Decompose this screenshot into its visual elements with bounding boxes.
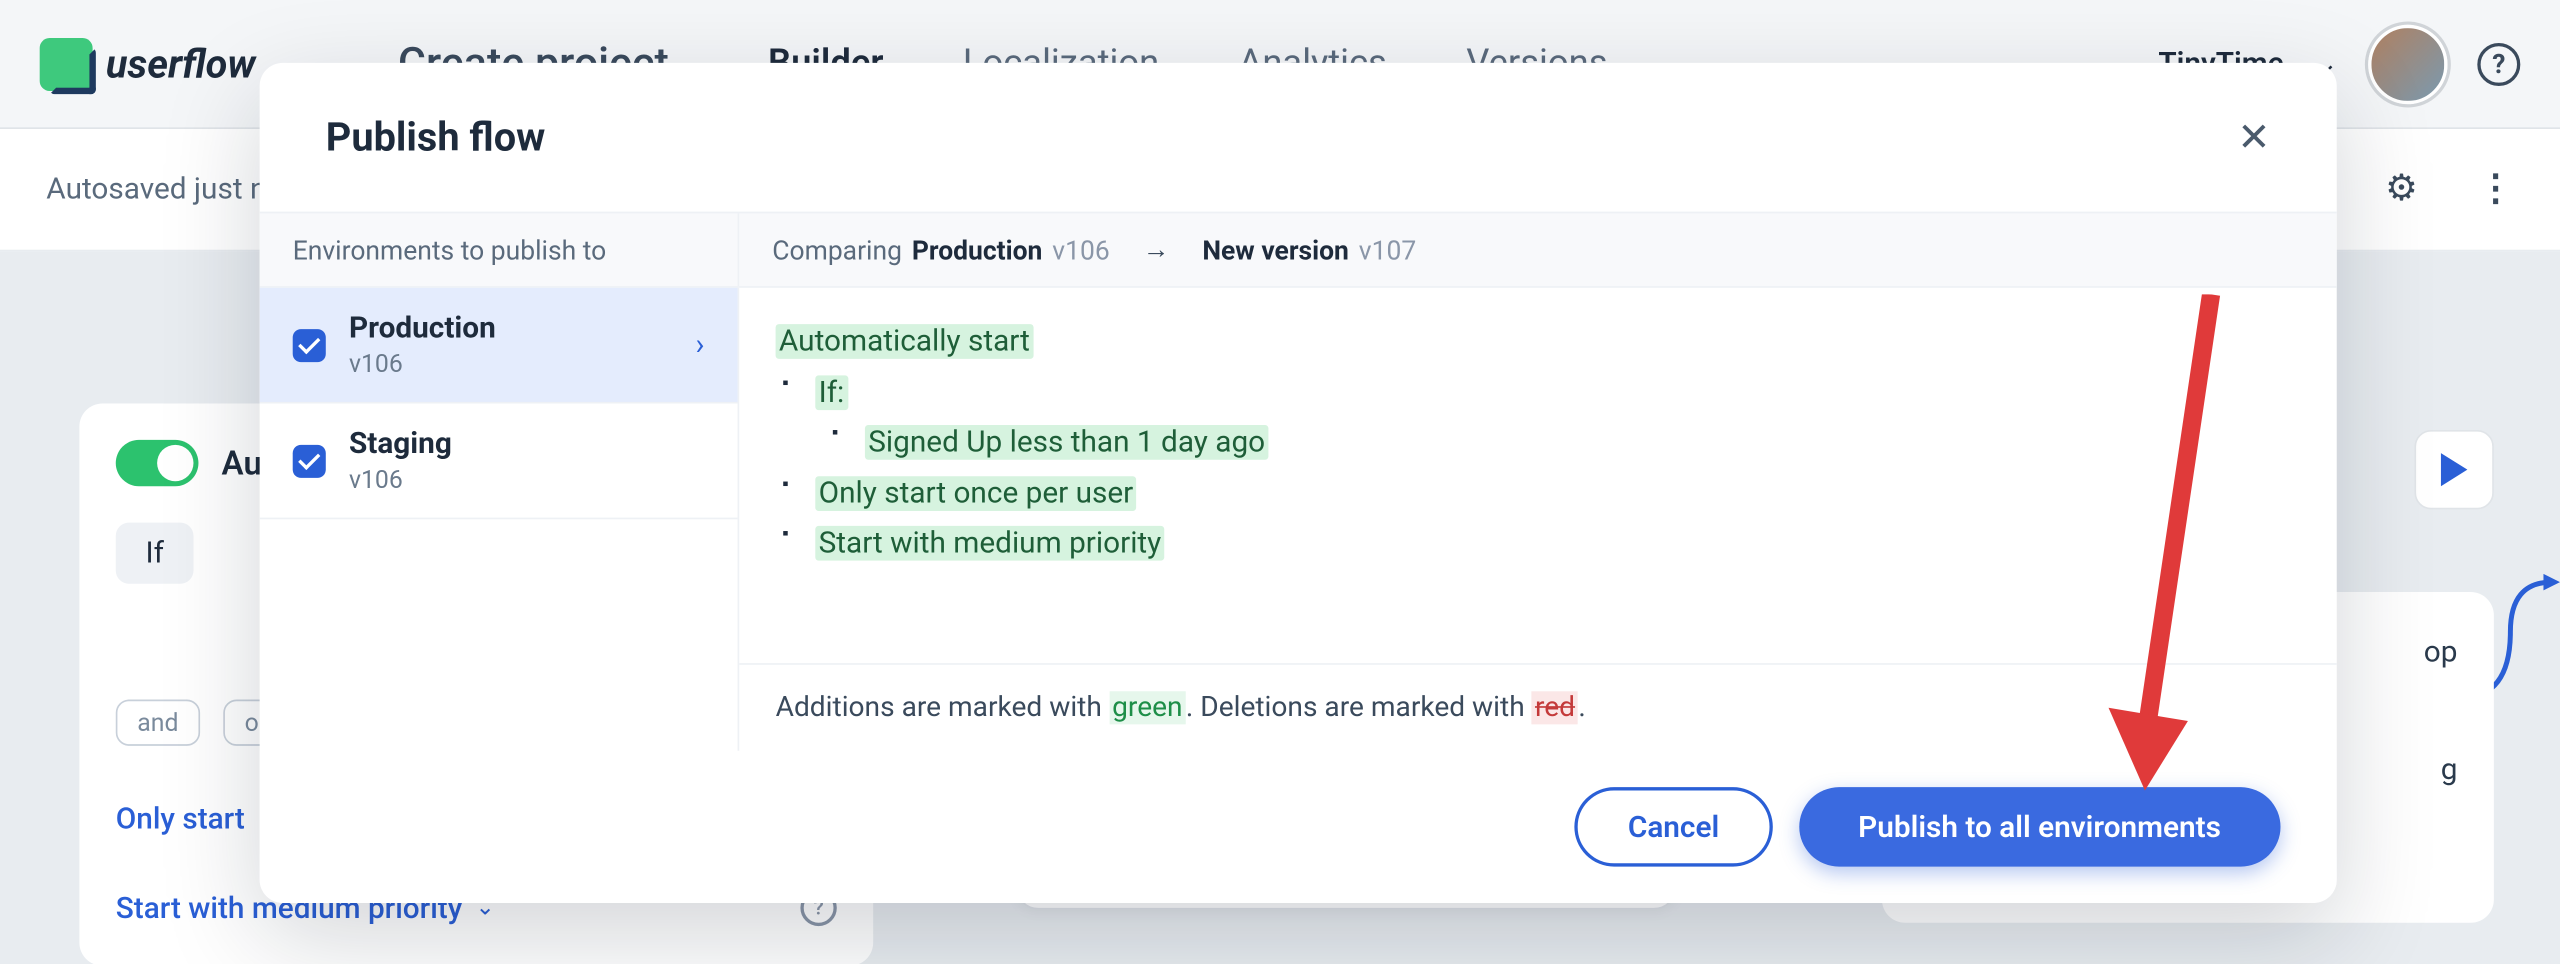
autosave-status: Autosaved just n (46, 172, 266, 207)
cancel-button[interactable]: Cancel (1575, 787, 1772, 866)
diff-heading: Automatically start (776, 324, 1034, 359)
env-item-staging[interactable]: Staging v106 (260, 404, 738, 520)
environment-list: Production v106 › Staging v106 (260, 288, 740, 751)
logic-and[interactable]: and (116, 700, 200, 746)
avatar[interactable] (2368, 24, 2447, 103)
logo-icon (40, 37, 93, 90)
close-icon[interactable]: ✕ (2237, 114, 2270, 160)
if-pill[interactable]: If (116, 523, 194, 584)
diff-condition: Signed Up less than 1 day ago (865, 425, 1269, 460)
help-icon[interactable]: ? (2477, 42, 2520, 85)
play-button[interactable] (2414, 430, 2493, 509)
checkbox-icon[interactable] (293, 444, 326, 477)
brand-name: userflow (106, 41, 256, 87)
diff-if: If: (815, 375, 847, 410)
modal-title: Publish flow (326, 114, 546, 160)
publish-flow-modal: Publish flow ✕ Environments to publish t… (260, 63, 2337, 903)
checkbox-icon[interactable] (293, 328, 326, 361)
lightbulb-icon[interactable]: ⚙ (2385, 169, 2418, 210)
play-icon (2441, 453, 2467, 486)
auto-start-toggle[interactable] (116, 440, 199, 486)
diff-legend: Additions are marked with green. Deletio… (739, 663, 2337, 751)
arrow-right-icon: → (1143, 233, 1169, 266)
env-item-production[interactable]: Production v106 › (260, 288, 738, 404)
diff-rule-1: Only start once per user (815, 476, 1136, 511)
env-list-header: Environments to publish to (260, 213, 740, 286)
diff-rule-2: Start with medium priority (815, 527, 1164, 562)
compare-header: Comparing Production v106 → New version … (739, 213, 2337, 286)
chevron-right-icon: › (696, 327, 705, 362)
brand-logo[interactable]: userflow (40, 37, 256, 90)
publish-button[interactable]: Publish to all environments (1799, 787, 2281, 866)
more-vertical-icon[interactable]: ⋮ (2477, 169, 2513, 210)
diff-panel: Automatically start If: Signed Up less t… (739, 288, 2337, 751)
auto-start-label: Au (222, 443, 262, 483)
